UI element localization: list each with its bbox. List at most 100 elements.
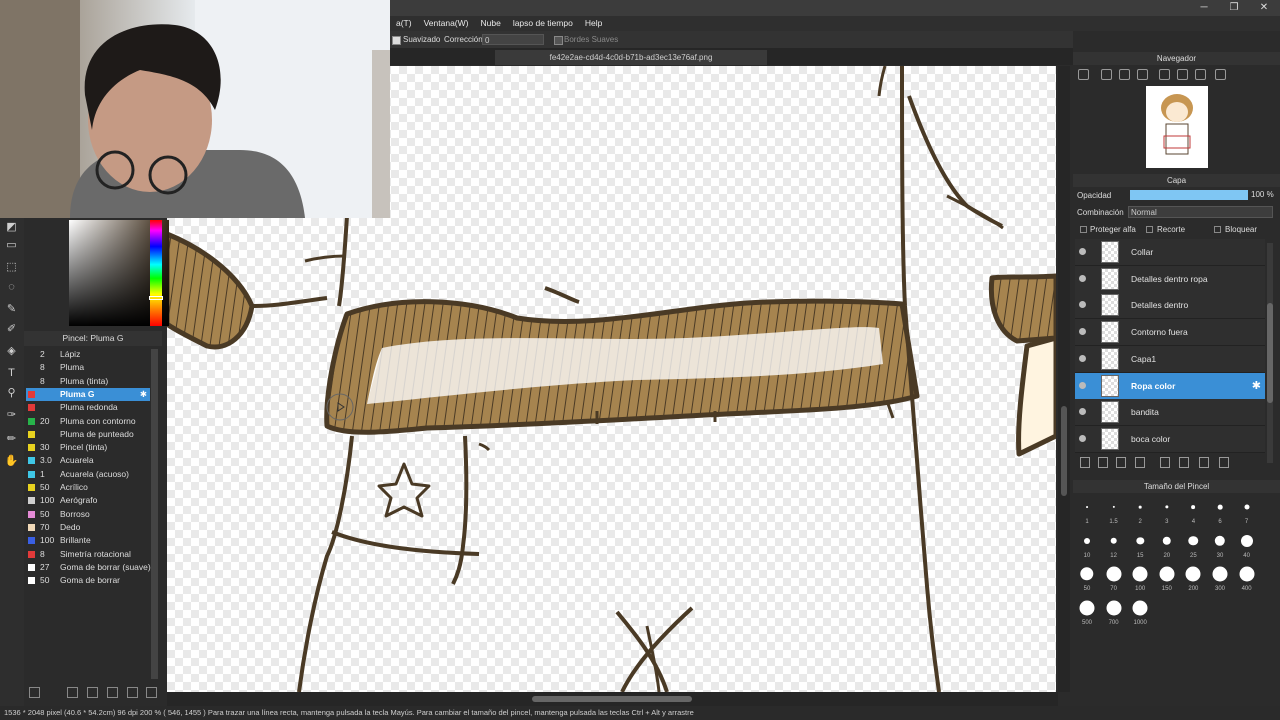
protect-alpha-checkbox[interactable] — [1080, 226, 1087, 233]
eyedropper-icon[interactable]: ⚲ — [4, 386, 19, 401]
brush-item[interactable]: 70 Dedo — [26, 521, 150, 534]
bucket-icon[interactable]: ◈ — [4, 344, 19, 359]
brush-size-option[interactable]: 150 — [1154, 563, 1180, 596]
visibility-icon[interactable] — [1079, 248, 1086, 255]
brush-item[interactable]: 50 Borroso — [26, 508, 150, 521]
brush-size-option[interactable]: 200 — [1180, 563, 1206, 596]
scroll-thumb[interactable] — [1267, 303, 1273, 403]
lasso-icon[interactable]: ◌ — [4, 280, 19, 295]
merge-layer-icon[interactable] — [1199, 457, 1209, 468]
zoom-out-icon[interactable] — [1119, 69, 1130, 80]
brush-item[interactable]: Pluma de punteado — [26, 428, 150, 441]
brush-settings-icon[interactable] — [29, 687, 40, 698]
pen-active-icon[interactable]: ✏ — [4, 432, 19, 447]
brush-item[interactable]: 100 Aerógrafo — [26, 494, 150, 507]
cursor-icon[interactable]: ◩ — [4, 220, 19, 235]
brush-size-option[interactable]: 300 — [1207, 563, 1233, 596]
brush-size-option[interactable]: 2 — [1127, 496, 1153, 529]
layer-row[interactable]: Detalles dentro ropa — [1075, 265, 1265, 293]
color-hue-slider[interactable] — [149, 220, 163, 326]
layer-settings-gear-icon[interactable]: ✱ — [1252, 373, 1261, 399]
brush-item[interactable]: 8 Simetría rotacional — [26, 548, 150, 561]
new-layer-8bit-icon[interactable] — [1098, 457, 1108, 468]
layer-row[interactable]: Capa1 — [1075, 345, 1265, 373]
brush-size-option[interactable]: 25 — [1180, 530, 1206, 563]
brush-item[interactable]: 27 Goma de borrar (suave) — [26, 561, 151, 574]
brush-size-option[interactable]: 1.5 — [1101, 496, 1127, 529]
brush-size-option[interactable]: 1000 — [1127, 597, 1153, 630]
brush-size-option[interactable]: 12 — [1101, 530, 1127, 563]
brush-size-option[interactable]: 500 — [1074, 597, 1100, 630]
brush-size-option[interactable]: 20 — [1154, 530, 1180, 563]
brush-item[interactable]: 30 Pincel (tinta) — [26, 441, 150, 454]
brush-item[interactable]: 50 Acrílico — [26, 481, 150, 494]
canvas-horizontal-scrollbar[interactable] — [167, 692, 1058, 706]
visibility-icon[interactable] — [1079, 408, 1086, 416]
brush-size-option[interactable]: 30 — [1207, 530, 1233, 563]
brush-size-option[interactable]: 1 — [1074, 496, 1100, 529]
delete-layer-icon[interactable] — [1219, 457, 1229, 468]
brush-size-option[interactable]: 50 — [1074, 563, 1100, 596]
opacity-slider[interactable] — [1130, 190, 1248, 200]
brush-item[interactable]: 1 Acuarela (acuoso) — [26, 468, 150, 481]
brush-icon[interactable]: ✐ — [4, 322, 19, 337]
fill-icon[interactable]: ▭ — [4, 238, 19, 253]
menu-item-timelapse[interactable]: lapso de tiempo — [507, 16, 579, 31]
brush-size-option[interactable]: 70 — [1101, 563, 1127, 596]
layer-row[interactable]: boca color — [1075, 425, 1265, 453]
visibility-icon[interactable] — [1079, 328, 1086, 336]
layer-list-scrollbar[interactable] — [1267, 243, 1273, 463]
smoothing-checkbox[interactable] — [392, 36, 401, 45]
brush-size-option[interactable]: 40 — [1234, 530, 1260, 563]
brush-item[interactable]: 8 Pluma (tinta) — [26, 375, 150, 388]
hand-icon[interactable]: ✋ — [4, 454, 19, 469]
folder-icon[interactable] — [1160, 457, 1170, 468]
brush-item[interactable]: Pluma redonda — [26, 401, 150, 414]
brush-item[interactable]: 100 Brillante — [26, 534, 150, 547]
menu-item-help[interactable]: Help — [579, 16, 608, 31]
select-rect-icon[interactable]: ⬚ — [4, 260, 19, 275]
folder-icon[interactable] — [107, 687, 118, 698]
menu-item-cloud[interactable]: Nube — [474, 16, 506, 31]
add-layer-menu-icon[interactable] — [1135, 457, 1145, 468]
brush-settings-gear-icon[interactable]: ✱ — [140, 388, 147, 401]
layer-row[interactable]: Contorno fuera — [1075, 319, 1265, 347]
rotate-left-icon[interactable] — [1159, 69, 1170, 80]
brush-item[interactable]: 8 Pluma — [26, 361, 150, 374]
scroll-thumb[interactable] — [1061, 406, 1067, 496]
visibility-icon[interactable] — [1079, 381, 1086, 389]
layer-row[interactable]: bandita — [1075, 399, 1265, 427]
soft-edges-checkbox[interactable] — [554, 36, 563, 45]
file-tab[interactable]: fe42e2ae-cd4d-4c0d-b71b-ad3ec13e76af.png — [495, 50, 767, 65]
minimize-icon[interactable]: ─ — [1196, 1, 1212, 14]
brush-item[interactable]: 50 Goma de borrar — [26, 574, 150, 587]
zoom-in-icon[interactable] — [1078, 69, 1089, 80]
brush-size-option[interactable]: 100 — [1127, 563, 1153, 596]
add-brush-icon[interactable] — [67, 687, 78, 698]
canvas-vertical-scrollbar[interactable] — [1058, 66, 1070, 692]
clipping-checkbox[interactable] — [1146, 226, 1153, 233]
navigator-thumbnail[interactable] — [1146, 86, 1208, 168]
brush-size-option[interactable]: 10 — [1074, 530, 1100, 563]
brush-item[interactable]: 20 Pluma con contorno — [26, 415, 150, 428]
visibility-icon[interactable] — [1079, 434, 1086, 442]
brush-size-option[interactable]: 15 — [1127, 530, 1153, 563]
zoom-in-2-icon[interactable] — [1101, 69, 1112, 80]
brush-item[interactable]: 2 Lápiz — [26, 348, 150, 361]
brush-size-option[interactable]: 3 — [1154, 496, 1180, 529]
flip-icon[interactable] — [1215, 69, 1226, 80]
trash-icon[interactable] — [146, 687, 157, 698]
visibility-icon[interactable] — [1079, 274, 1086, 282]
lock-checkbox[interactable] — [1214, 226, 1221, 233]
brush-list-scrollbar[interactable] — [151, 349, 158, 679]
brush-size-option[interactable]: 7 — [1234, 496, 1260, 529]
brush-size-option[interactable]: 400 — [1234, 563, 1260, 596]
layer-row[interactable]: Ropa color ✱ — [1075, 372, 1265, 400]
brush-item[interactable]: Pluma G ✱ — [26, 387, 150, 401]
eraser-icon[interactable]: ✑ — [4, 408, 19, 423]
new-layer-icon[interactable] — [1080, 457, 1090, 468]
rotate-right-icon[interactable] — [1195, 69, 1206, 80]
close-icon[interactable]: ✕ — [1256, 1, 1272, 14]
restore-icon[interactable]: ❐ — [1226, 1, 1242, 14]
visibility-icon[interactable] — [1079, 301, 1086, 309]
